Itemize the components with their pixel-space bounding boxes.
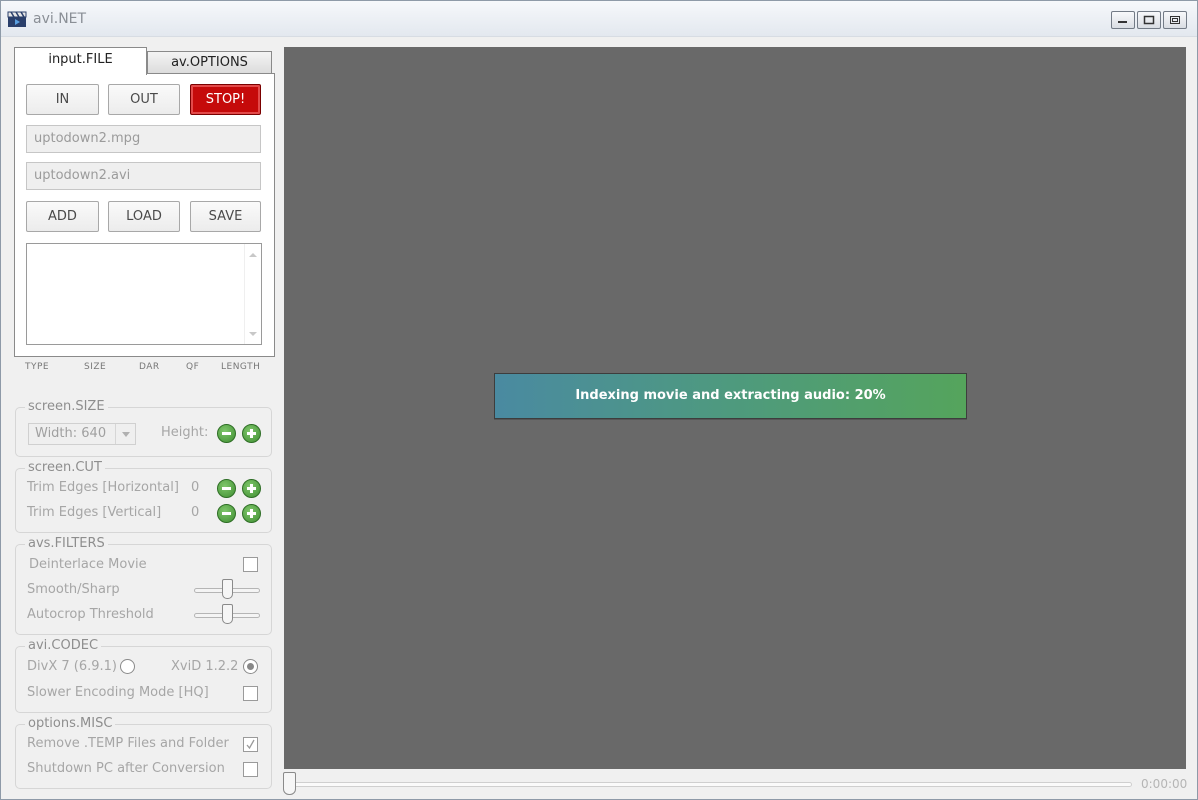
width-select-arrow[interactable] bbox=[115, 424, 135, 444]
seek-slider-thumb[interactable] bbox=[283, 772, 296, 795]
xvid-radio[interactable] bbox=[243, 659, 258, 674]
column-header-type: TYPE bbox=[25, 362, 50, 372]
xvid-label: XviD 1.2.2 bbox=[171, 659, 239, 674]
column-header-length: LENGTH bbox=[221, 362, 261, 372]
height-label: Height: bbox=[161, 425, 209, 440]
codec-legend: avi.CODEC bbox=[25, 638, 102, 653]
in-button[interactable]: IN bbox=[26, 84, 99, 115]
misc-legend: options.MISC bbox=[25, 716, 116, 731]
autocrop-threshold-slider-thumb[interactable] bbox=[222, 604, 233, 624]
smooth-sharp-label: Smooth/Sharp bbox=[27, 582, 120, 597]
column-header-dar: DAR bbox=[139, 362, 160, 372]
clapperboard-icon bbox=[7, 11, 27, 27]
screen-cut-group: screen.CUT bbox=[15, 460, 272, 533]
app-window: avi.NET input.FILE av.OPTIONS IN OUT STO… bbox=[0, 0, 1198, 800]
file-list[interactable] bbox=[26, 243, 262, 345]
seek-slider[interactable] bbox=[290, 782, 1132, 787]
screen-size-legend: screen.SIZE bbox=[25, 399, 108, 414]
window-title: avi.NET bbox=[33, 11, 87, 27]
shutdown-label: Shutdown PC after Conversion bbox=[27, 761, 225, 776]
trim-horizontal-decrease-button[interactable] bbox=[217, 479, 236, 498]
title-bar: avi.NET bbox=[1, 1, 1197, 37]
close-icon bbox=[1170, 16, 1180, 24]
maximize-icon bbox=[1143, 15, 1155, 25]
divx-radio[interactable] bbox=[120, 659, 135, 674]
hq-mode-label: Slower Encoding Mode [HQ] bbox=[27, 685, 209, 700]
remove-temp-label: Remove .TEMP Files and Folder bbox=[27, 736, 229, 751]
scroll-down-icon[interactable] bbox=[245, 328, 261, 340]
column-header-size: SIZE bbox=[84, 362, 107, 372]
trim-vertical-value: 0 bbox=[191, 505, 200, 520]
trim-horizontal-value: 0 bbox=[191, 480, 200, 495]
save-button[interactable]: SAVE bbox=[190, 201, 261, 232]
autocrop-threshold-label: Autocrop Threshold bbox=[27, 607, 154, 622]
file-list-scrollbar[interactable] bbox=[244, 244, 261, 344]
smooth-sharp-slider-thumb[interactable] bbox=[222, 579, 233, 599]
checkmark-icon bbox=[246, 739, 255, 750]
hq-mode-checkbox[interactable] bbox=[243, 686, 258, 701]
shutdown-checkbox[interactable] bbox=[243, 762, 258, 777]
trim-horizontal-label: Trim Edges [Horizontal] bbox=[27, 480, 179, 495]
trim-vertical-decrease-button[interactable] bbox=[217, 504, 236, 523]
out-button[interactable]: OUT bbox=[108, 84, 180, 115]
stop-button[interactable]: STOP! bbox=[190, 84, 261, 115]
deinterlace-checkbox[interactable] bbox=[243, 557, 258, 572]
height-increase-button[interactable] bbox=[242, 424, 261, 443]
trim-vertical-label: Trim Edges [Vertical] bbox=[27, 505, 162, 520]
load-button[interactable]: LOAD bbox=[108, 201, 180, 232]
close-button[interactable] bbox=[1163, 11, 1187, 29]
trim-vertical-increase-button[interactable] bbox=[242, 504, 261, 523]
minimize-icon bbox=[1118, 21, 1127, 23]
tab-input-file[interactable]: input.FILE bbox=[14, 47, 147, 75]
output-file-field[interactable]: uptodown2.avi bbox=[26, 162, 261, 190]
progress-bar: Indexing movie and extracting audio: 20% bbox=[494, 373, 967, 419]
screen-cut-legend: screen.CUT bbox=[25, 460, 105, 475]
add-button[interactable]: ADD bbox=[26, 201, 99, 232]
tab-av-options[interactable]: av.OPTIONS bbox=[147, 51, 272, 74]
divx-label: DivX 7 (6.9.1) bbox=[27, 659, 117, 674]
filters-legend: avs.FILTERS bbox=[25, 536, 108, 551]
chevron-down-icon bbox=[122, 432, 130, 437]
remove-temp-checkbox[interactable] bbox=[243, 737, 258, 752]
width-select-value: Width: 640 bbox=[35, 426, 107, 441]
misc-group: options.MISC bbox=[15, 716, 272, 789]
column-header-qf: QF bbox=[186, 362, 200, 372]
time-display: 0:00:00 bbox=[1141, 777, 1188, 791]
trim-horizontal-increase-button[interactable] bbox=[242, 479, 261, 498]
scroll-up-icon[interactable] bbox=[245, 248, 261, 260]
deinterlace-label: Deinterlace Movie bbox=[29, 557, 147, 572]
maximize-button[interactable] bbox=[1137, 11, 1161, 29]
width-select[interactable]: Width: 640 bbox=[28, 423, 136, 445]
input-file-field[interactable]: uptodown2.mpg bbox=[26, 125, 261, 153]
height-decrease-button[interactable] bbox=[217, 424, 236, 443]
codec-group: avi.CODEC bbox=[15, 638, 272, 713]
window-controls bbox=[1111, 11, 1187, 29]
minimize-button[interactable] bbox=[1111, 11, 1135, 29]
